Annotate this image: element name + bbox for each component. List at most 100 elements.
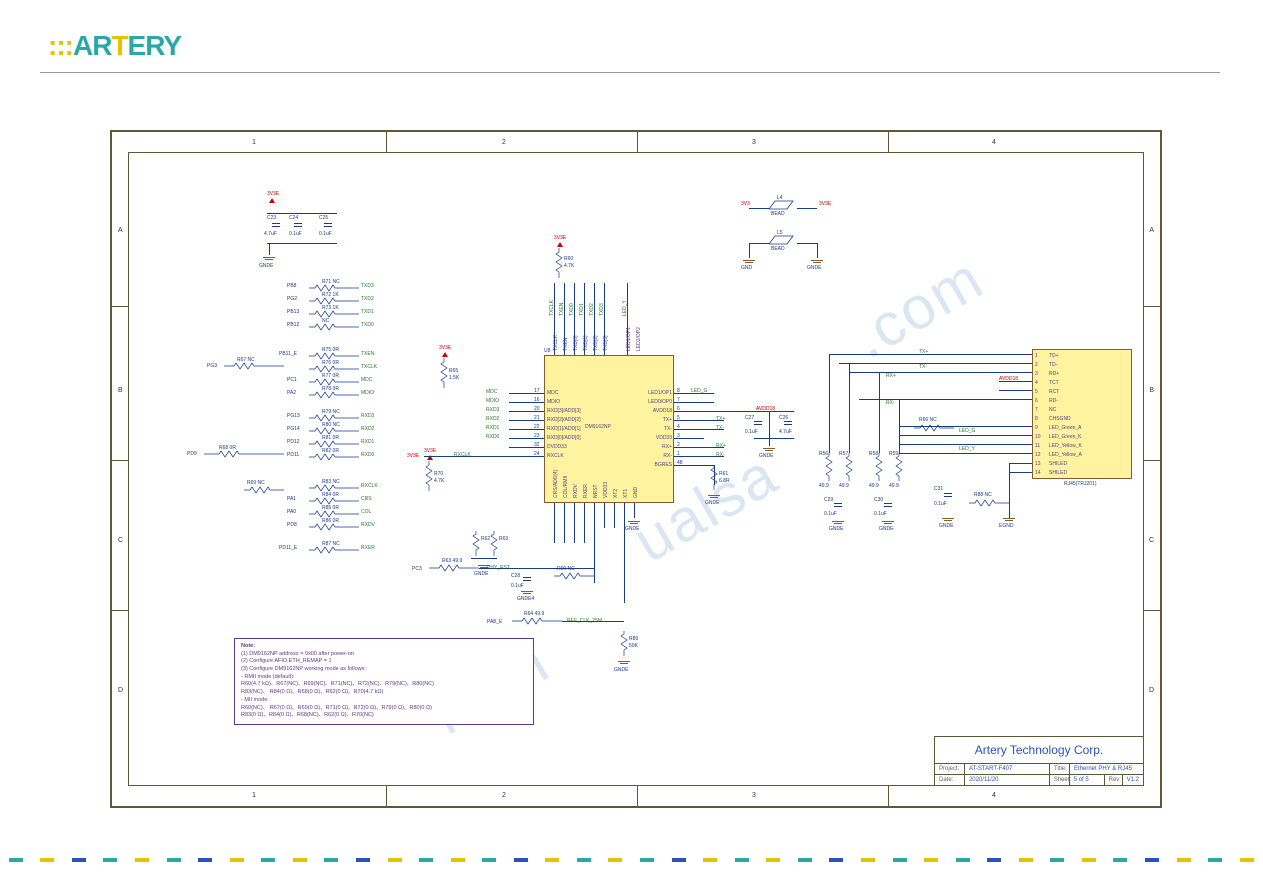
pin-num: 4 [677,424,680,430]
resistor-r61 [709,465,719,490]
net-label: MDIO [361,390,374,396]
power-arrow-icon [557,242,563,247]
mcu-pin: PD12 [287,439,300,445]
wire [829,354,1032,355]
power-label: 3V3E [554,235,566,241]
ref-label: R89 [629,636,638,642]
header-rule [40,72,1220,73]
rev-value: V1.2 [1123,775,1143,785]
wire [749,208,769,209]
wire [564,283,565,355]
zone-tick [1144,610,1160,611]
pin: CHSGND [1049,415,1082,424]
zone-col: 3 [752,792,756,799]
resistor-r64 [512,616,562,626]
ic-pin-label: RX+ [656,444,672,450]
rj45-pin-nums: 1234567891011121314 [1035,352,1041,478]
ic-pin-label: LED0/OP0 [636,399,672,405]
zone-tick [888,132,889,152]
ref-label: R83 NC [322,479,340,485]
resistor-bank-rxer [309,545,359,565]
mcu-pin: PB11_E [279,351,297,357]
ref-label: C24 [289,215,298,221]
wire [479,568,594,569]
net-label: RX- [716,452,725,458]
ic-pin-label: TX+ [656,417,672,423]
net-label: RXDV [361,522,375,528]
value-label: 0.1uF [511,583,524,589]
net-label: TX- [919,364,927,370]
resistor-r89 [619,631,629,656]
ref-label: R88 NC [974,492,992,498]
gnd-label: GNDE [829,526,843,532]
logo-header: :::ARTERY [48,30,181,62]
mcu-pin: PG13 [287,413,300,419]
gnd-label: GNDE [939,523,953,529]
pin-num: 48 [677,460,683,466]
pin: LED_Yellow_A [1049,451,1082,460]
pin-num: 2 [677,442,680,448]
mcu-pin: PA0 [287,509,296,515]
net-label: COL [361,509,371,515]
ic-pin-label: MDC [547,390,558,396]
value-label: 0.1uF [319,231,332,237]
ref-label: L4 [777,195,783,201]
net-label: RXCLK [361,483,378,489]
pin-num: 23 [534,433,540,439]
net-label: TX+ [716,416,725,422]
ic-pin-label: NRST [593,484,599,498]
ref-label: R78 0R [322,386,339,392]
gnd-label: GNDE [625,526,639,532]
ref-label: R61 [719,471,728,477]
value-label: 49.9 [819,483,829,489]
mcu-pin: PG3 [207,363,217,369]
pin: NC [1049,406,1082,415]
ic-pin-label: VDD33 [603,482,609,498]
net-label: RXD2 [361,426,374,432]
ic-pin-label: RXD[1]/ADD[1] [547,426,581,432]
ic-pin-label: XT1 [623,489,629,498]
wire [584,283,585,355]
mcu-pin: PD8 [287,522,297,528]
wire [879,372,880,453]
value-label: 0.1uF [289,231,302,237]
resistor-r66 [914,423,954,433]
wire [674,411,754,412]
ref-label: R59 [889,451,898,457]
value-label: 50K [629,643,638,649]
pin: RD- [1049,397,1082,406]
wire [594,503,595,583]
value-label: 6.8R [719,478,730,484]
mcu-pin: PG14 [287,426,300,432]
wire [749,243,750,258]
net-label: RX+ [716,443,726,449]
zone-tick [888,786,889,806]
ref-label: R86 0R [322,518,339,524]
zone-col: 3 [752,139,756,146]
note-title: Note: [241,643,527,651]
net-label: TXD2 [361,296,374,302]
schematic-sheet: 1 2 3 4 1 2 3 4 A B C D A B C D .com ual… [110,130,1162,808]
pin: TD+ [1049,352,1082,361]
wire [817,243,818,258]
net-label: LED_G [691,388,707,394]
rj45-ref: RJ45(TRJ201) [1064,481,1097,487]
net-label: CRS [361,496,372,502]
zone-row: B [118,387,123,394]
wire [594,283,595,355]
ic-pin-label: MDIO [547,399,560,405]
resistor-r63b [429,563,479,573]
ref-label: R80 NC [322,422,340,428]
net-label: RX- [886,400,895,406]
mcu-pin: PA8_E [487,619,502,625]
ref-label: C23 [267,215,276,221]
wire [674,402,714,403]
wire [604,503,605,528]
zone-row: B [1149,387,1154,394]
wire [859,399,1032,400]
wire [899,453,1032,454]
zone-row: A [1149,227,1154,234]
date-value: 2020/11/20 [965,775,1050,785]
note-line: R83(0 Ω)、R84(0 Ω)、R68(NC)、R62(0 Ω)、R70(N… [241,712,527,720]
ref-label: R84 0R [322,492,339,498]
